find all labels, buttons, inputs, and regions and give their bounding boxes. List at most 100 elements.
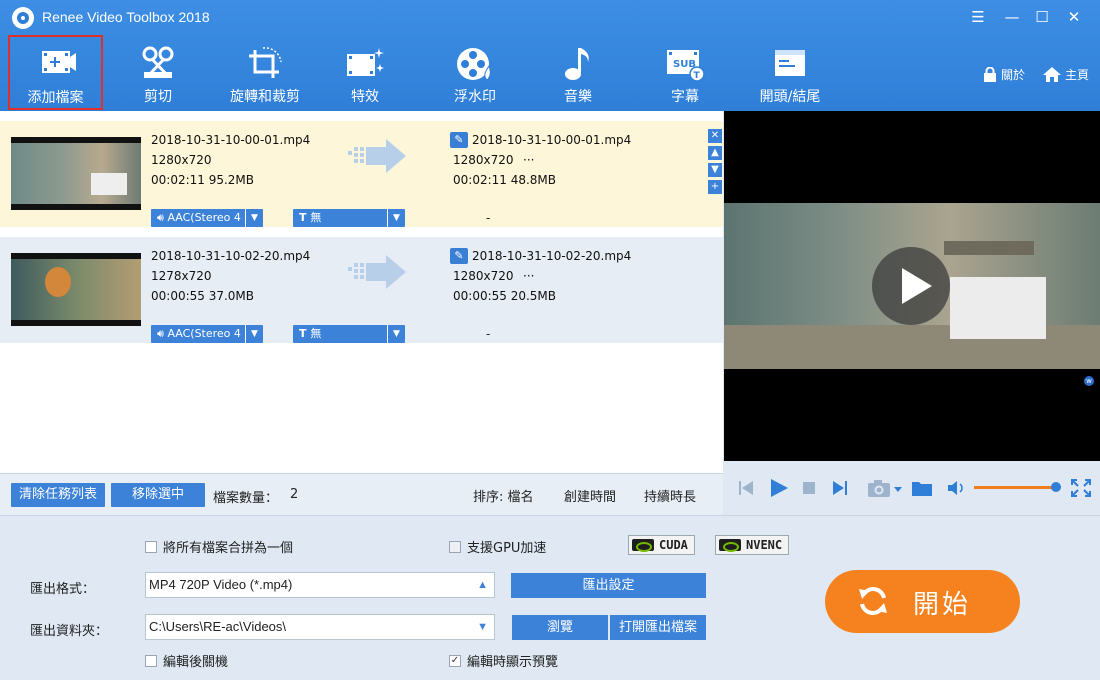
checkbox-checked: ✓	[449, 654, 461, 667]
open-export-folder-button[interactable]: 打開匯出檔案	[610, 615, 706, 640]
maximize-button[interactable]: ☐	[1029, 5, 1055, 29]
opening-ending-button[interactable]: 開頭/結尾	[745, 38, 835, 108]
source-duration-size: 00:02:11 95.2MB	[151, 173, 255, 187]
home-button[interactable]: 主頁	[1043, 66, 1089, 83]
folder-icon[interactable]	[911, 478, 933, 498]
shutdown-after-checkbox[interactable]: 編輯後關機	[145, 651, 228, 670]
music-label: 音樂	[564, 89, 592, 105]
chevron-down-icon: ▼	[245, 325, 263, 343]
output-resolution: 1280x720	[453, 153, 514, 167]
export-format-select[interactable]: MP4 720P Video (*.mp4) ▲	[145, 572, 495, 598]
subtitle-label: 字幕	[671, 89, 699, 105]
player-controls	[724, 461, 1100, 515]
sort-by-duration[interactable]: 持續時長	[644, 486, 696, 505]
clear-task-list-button[interactable]: 清除任務列表	[11, 483, 105, 507]
checkbox-box	[449, 540, 461, 553]
expand-icon[interactable]: +	[708, 180, 722, 194]
output-filename: 2018-10-31-10-00-01.mp4	[472, 133, 632, 147]
home-icon	[1043, 67, 1061, 82]
music-note-icon	[565, 48, 589, 80]
export-folder-value: C:\Users\RE-ac\Videos\	[149, 619, 287, 634]
sort-by-name[interactable]: 排序: 檔名	[473, 486, 534, 505]
add-files-label: 添加檔案	[27, 90, 84, 106]
watermark-button[interactable]: 浮水印	[435, 38, 515, 108]
checkbox-box	[145, 540, 157, 553]
effects-label: 特效	[351, 89, 379, 105]
menu-icon[interactable]: ☰	[965, 5, 991, 29]
file-row[interactable]: 2018-10-31-10-02-20.mp4 1278x720 00:00:5…	[0, 237, 723, 343]
export-settings-button[interactable]: 匯出設定	[511, 573, 706, 598]
about-button[interactable]: 關於	[983, 66, 1025, 83]
cuda-badge: CUDA	[628, 535, 695, 555]
skip-back-icon[interactable]	[738, 478, 754, 498]
output-duration-size: 00:02:11 48.8MB	[453, 173, 557, 187]
play-icon[interactable]	[768, 478, 790, 498]
fullscreen-icon[interactable]	[1070, 478, 1092, 498]
stop-icon[interactable]	[802, 478, 816, 498]
edit-output-icon[interactable]: ✎	[450, 132, 468, 148]
output-resolution: 1280x720	[453, 269, 514, 283]
audio-track-value: AAC(Stereo 4	[167, 327, 241, 340]
shutdown-after-label: 編輯後關機	[163, 655, 229, 670]
output-duration-size: 00:00:55 20.5MB	[453, 289, 557, 303]
svg-text:T: T	[694, 71, 701, 81]
output-more-button[interactable]: ···	[523, 153, 534, 167]
convert-arrow-icon	[348, 139, 406, 173]
move-down-icon[interactable]: ▼	[708, 163, 722, 177]
file-row[interactable]: 2018-10-31-10-00-01.mp4 1280x720 00:02:1…	[0, 121, 723, 227]
edit-output-icon[interactable]: ✎	[450, 248, 468, 264]
speaker-icon: 🔊︎	[157, 211, 168, 224]
opening-ending-label: 開頭/結尾	[759, 89, 821, 105]
export-format-value: MP4 720P Video (*.mp4)	[149, 577, 293, 592]
file-count-value: 2	[290, 487, 299, 502]
music-button[interactable]: 音樂	[538, 38, 618, 108]
volume-slider[interactable]	[974, 486, 1056, 489]
source-resolution: 1278x720	[151, 269, 212, 283]
volume-slider-handle[interactable]	[1051, 482, 1061, 492]
chevron-up-icon: ▲	[477, 579, 488, 591]
video-preview[interactable]: w	[724, 111, 1100, 461]
about-label: 關於	[1001, 68, 1026, 82]
nvenc-badge: NVENC	[715, 535, 790, 555]
add-files-button[interactable]: 添加檔案	[8, 35, 103, 110]
speaker-icon: 🔊︎	[157, 327, 168, 340]
gpu-acceleration-label: 支援GPU加速	[467, 541, 547, 556]
subtitle-button[interactable]: SUB T 字幕	[645, 38, 725, 108]
export-folder-input[interactable]: C:\Users\RE-ac\Videos\ ▼	[145, 614, 495, 640]
refresh-icon	[859, 587, 887, 615]
close-button[interactable]: ✕	[1061, 5, 1087, 29]
rotate-crop-button[interactable]: 旋轉和裁剪	[220, 38, 310, 108]
subtitle-value: 無	[310, 327, 322, 340]
skip-forward-icon[interactable]	[832, 478, 848, 498]
show-preview-label: 編輯時顯示預覽	[467, 655, 559, 670]
intro-outro-icon	[775, 50, 805, 76]
subtitle-dropdown[interactable]: T 無 ▼	[293, 325, 405, 343]
text-icon: T	[299, 327, 311, 340]
start-button[interactable]: 開始	[825, 570, 1020, 633]
export-format-label: 匯出格式：	[30, 582, 96, 597]
source-duration-size: 00:00:55 37.0MB	[151, 289, 255, 303]
move-up-icon[interactable]: ▲	[708, 146, 722, 160]
list-actions-bar: 清除任務列表 移除選中 檔案數量： 2 排序: 檔名 創建時間 持續時長	[0, 473, 723, 515]
merge-files-checkbox[interactable]: 將所有檔案合拼為一個	[145, 537, 293, 556]
sort-by-created[interactable]: 創建時間	[564, 486, 616, 505]
volume-icon[interactable]	[947, 478, 967, 498]
audio-track-dropdown[interactable]: 🔊︎ AAC(Stereo 4 ▼	[151, 325, 263, 343]
text-icon: T	[299, 211, 311, 224]
audio-track-dropdown[interactable]: 🔊︎ AAC(Stereo 4 ▼	[151, 209, 263, 227]
browse-button[interactable]: 瀏覽	[512, 615, 608, 640]
play-overlay-button[interactable]	[872, 247, 950, 325]
camera-icon[interactable]	[867, 478, 903, 498]
cut-button[interactable]: 剪切	[118, 38, 198, 108]
remove-row-icon[interactable]: ✕	[708, 129, 722, 143]
gpu-acceleration-checkbox[interactable]: 支援GPU加速	[449, 537, 546, 556]
remove-selected-button[interactable]: 移除選中	[111, 483, 205, 507]
minimize-button[interactable]: —	[999, 5, 1025, 29]
output-more-button[interactable]: ···	[523, 269, 534, 283]
effects-button[interactable]: 特效	[325, 38, 405, 108]
convert-arrow-icon	[348, 255, 406, 289]
output-extra-value: -	[486, 327, 491, 341]
subtitle-dropdown[interactable]: T 無 ▼	[293, 209, 405, 227]
source-filename: 2018-10-31-10-02-20.mp4	[151, 249, 311, 263]
show-preview-checkbox[interactable]: ✓ 編輯時顯示預覽	[449, 651, 558, 670]
